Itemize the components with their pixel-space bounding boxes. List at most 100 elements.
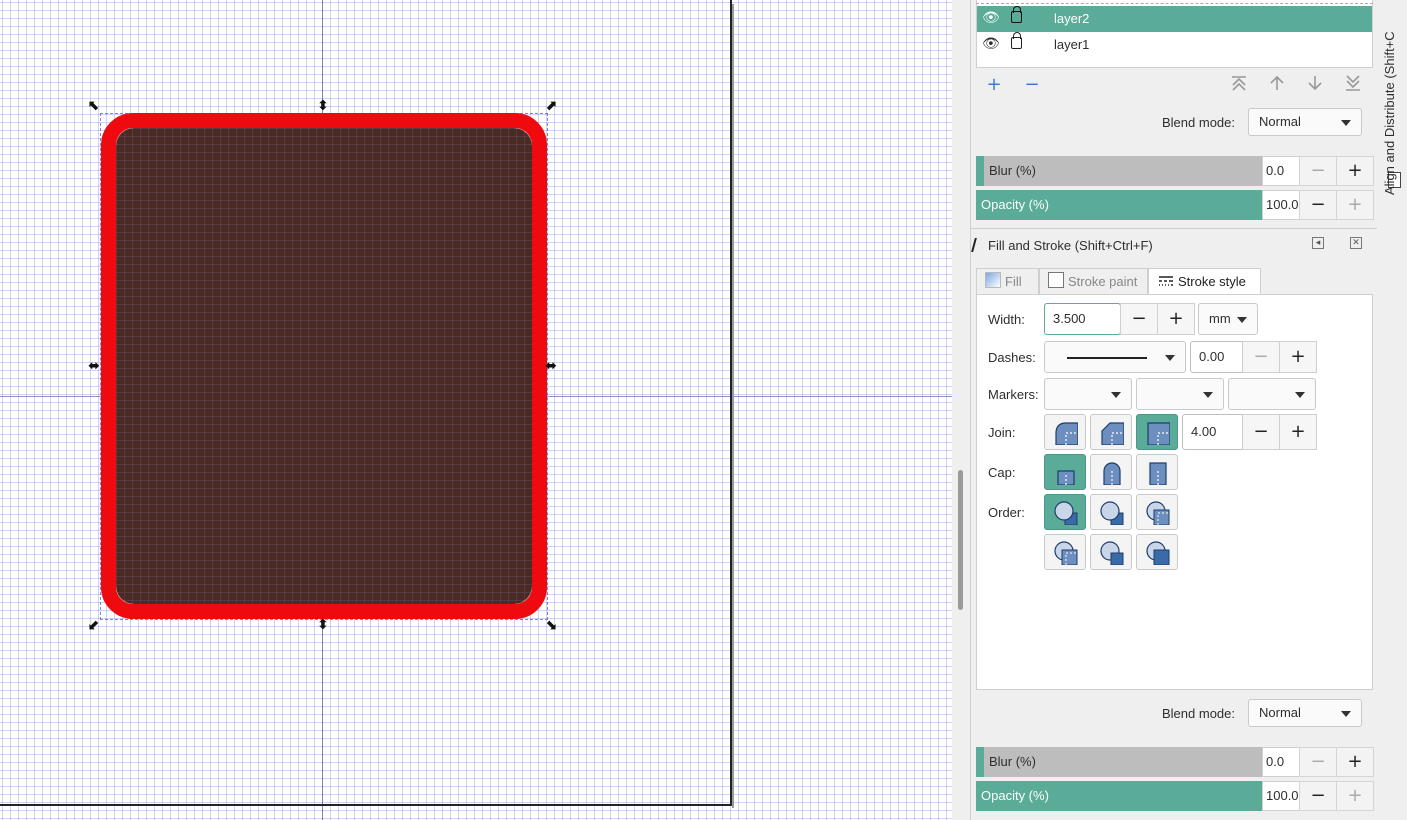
layers-list[interactable]: 👁 layer2 👁 layer1: [976, 0, 1373, 68]
cap-butt-button[interactable]: [1044, 454, 1086, 490]
cap-square-button[interactable]: [1136, 454, 1178, 490]
scale-handle-bottom-right[interactable]: ⬊: [544, 618, 558, 632]
order-markers-stroke-fill-button[interactable]: [1090, 534, 1132, 570]
lower-button[interactable]: [1304, 74, 1326, 96]
miter-limit-increment-button[interactable]: +: [1279, 414, 1317, 450]
stroke-paint-icon: [1048, 272, 1064, 288]
tab-label: Fill: [1005, 274, 1022, 289]
order-markers-fill-stroke-icon: [1054, 541, 1078, 565]
layers-blur-decrement-button[interactable]: −: [1299, 156, 1337, 186]
fs-opacity-decrement-button[interactable]: −: [1299, 781, 1337, 811]
side-tab-label: Align and Distribute (Shift+C: [1382, 31, 1397, 195]
order-fill-markers-stroke-icon: [1146, 501, 1170, 525]
add-layer-button[interactable]: +: [983, 74, 1005, 96]
order-fill-stroke-markers-button[interactable]: [1044, 494, 1086, 530]
stroke-width-input[interactable]: 3.500: [1044, 303, 1121, 335]
panel-scrollbar[interactable]: [958, 470, 963, 610]
fs-opacity-increment-button[interactable]: +: [1336, 781, 1374, 811]
fs-opacity-slider[interactable]: Opacity (%): [976, 781, 1262, 811]
blur-label: Blur (%): [989, 163, 1036, 178]
lower-icon: [1308, 76, 1322, 91]
join-round-button[interactable]: [1044, 414, 1086, 450]
align-distribute-side-tab[interactable]: Align and Distribute (Shift+C: [1380, 0, 1407, 230]
scale-handle-bottom[interactable]: ⬍: [316, 618, 330, 632]
layers-opacity-value[interactable]: 100.0: [1262, 190, 1300, 220]
scale-handle-bottom-left[interactable]: ⬋: [87, 618, 101, 632]
chevron-down-icon: [1203, 392, 1213, 398]
scale-handle-left[interactable]: ⬌: [87, 359, 101, 373]
layers-opacity-increment-button[interactable]: +: [1336, 190, 1374, 220]
layers-blur-value[interactable]: 0.0: [1262, 156, 1300, 186]
cap-square-icon: [1149, 462, 1167, 485]
close-dialog-button[interactable]: ✕: [1350, 237, 1362, 249]
scale-handle-top-right[interactable]: ⬈: [544, 99, 558, 113]
order-markers-fill-stroke-button[interactable]: [1044, 534, 1086, 570]
mid-marker-select[interactable]: [1136, 378, 1224, 410]
fs-blur-decrement-button[interactable]: −: [1299, 747, 1337, 777]
list-top-border: [976, 3, 1373, 4]
remove-layer-button[interactable]: −: [1021, 74, 1043, 96]
tab-stroke-paint[interactable]: Stroke paint: [1039, 268, 1148, 294]
width-unit-value: mm: [1209, 311, 1231, 326]
collapse-icon: ◂: [1315, 238, 1321, 248]
start-marker-select[interactable]: [1044, 378, 1132, 410]
tab-fill[interactable]: Fill: [976, 268, 1039, 294]
dialog-separator: [970, 228, 1377, 229]
layers-blend-mode-select[interactable]: Normal: [1248, 108, 1362, 136]
join-bevel-button[interactable]: [1090, 414, 1132, 450]
cap-label: Cap:: [988, 465, 1016, 480]
raise-button[interactable]: [1266, 74, 1288, 96]
layer-row-layer1[interactable]: 👁 layer1: [977, 32, 1372, 58]
join-miter-button[interactable]: [1136, 414, 1178, 450]
layers-opacity-decrement-button[interactable]: −: [1299, 190, 1337, 220]
width-decrement-button[interactable]: −: [1120, 303, 1158, 335]
order-stroke-markers-fill-button[interactable]: [1136, 534, 1178, 570]
opacity-label: Opacity (%): [981, 788, 1049, 803]
cap-round-button[interactable]: [1090, 454, 1132, 490]
scale-handle-top-left[interactable]: ⬉: [87, 99, 101, 113]
close-icon: ✕: [1352, 238, 1360, 248]
layers-opacity-slider[interactable]: Opacity (%): [976, 190, 1262, 220]
dash-offset-decrement-button[interactable]: −: [1242, 341, 1280, 373]
layer-row-layer2[interactable]: 👁 layer2: [977, 6, 1372, 32]
miter-limit-input[interactable]: 4.00: [1182, 414, 1244, 450]
fs-blend-mode-label: Blend mode:: [1162, 706, 1235, 721]
fs-blend-mode-select[interactable]: Normal: [1248, 699, 1362, 727]
fill-icon: [985, 272, 1001, 288]
tab-label: Stroke paint: [1068, 274, 1138, 289]
scale-handle-top[interactable]: ⬍: [316, 99, 330, 113]
raise-to-top-button[interactable]: [1228, 74, 1250, 96]
lock-icon[interactable]: [1011, 6, 1022, 23]
fs-blur-increment-button[interactable]: +: [1336, 747, 1374, 777]
lock-icon[interactable]: [1011, 32, 1022, 49]
fs-blur-slider[interactable]: Blur (%): [976, 747, 1262, 777]
order-stroke-fill-markers-button[interactable]: [1090, 494, 1132, 530]
layers-blur-increment-button[interactable]: +: [1336, 156, 1374, 186]
chevron-down-icon: [1111, 392, 1121, 398]
order-fill-markers-stroke-button[interactable]: [1136, 494, 1178, 530]
layers-blur-slider[interactable]: Blur (%): [976, 156, 1262, 186]
join-miter-icon: [1147, 422, 1170, 445]
end-marker-select[interactable]: [1228, 378, 1316, 410]
dash-offset-input[interactable]: 0.00: [1190, 341, 1244, 373]
stroke-style-icon: [1159, 276, 1173, 286]
tab-stroke-style[interactable]: Stroke style: [1148, 268, 1261, 296]
chevron-down-icon: [1341, 120, 1351, 126]
lower-to-bottom-button[interactable]: [1342, 74, 1364, 96]
collapse-dialog-button[interactable]: ◂: [1312, 237, 1324, 249]
width-increment-button[interactable]: +: [1157, 303, 1195, 335]
miter-limit-decrement-button[interactable]: −: [1242, 414, 1280, 450]
chevron-down-icon: [1237, 317, 1247, 323]
dash-offset-increment-button[interactable]: +: [1279, 341, 1317, 373]
fs-opacity-value[interactable]: 100.0: [1262, 781, 1300, 811]
scale-handle-right[interactable]: ⬌: [544, 359, 558, 373]
drawing-canvas[interactable]: ⬉ ⬍ ⬈ ⬌ ⬌ ⬋ ⬍ ⬊: [0, 0, 952, 820]
fs-blur-value[interactable]: 0.0: [1262, 747, 1300, 777]
rounded-rectangle-shape[interactable]: [101, 113, 547, 619]
layer-name: layer1: [1054, 37, 1090, 52]
visibility-eye-icon[interactable]: 👁: [982, 10, 1000, 26]
raise-to-top-icon: [1232, 76, 1246, 91]
width-unit-select[interactable]: mm: [1198, 303, 1258, 335]
visibility-eye-icon[interactable]: 👁: [982, 36, 1000, 52]
dash-pattern-select[interactable]: [1044, 341, 1186, 373]
